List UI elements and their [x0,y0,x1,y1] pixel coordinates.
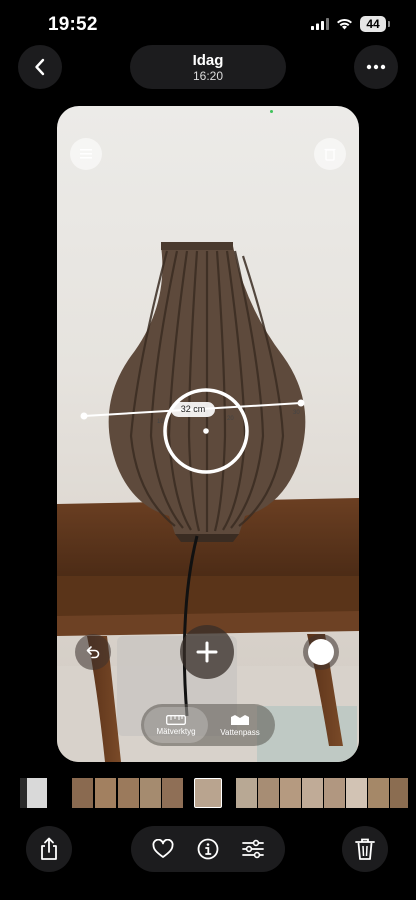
undo-icon [86,646,100,659]
filmstrip-thumbnail[interactable] [390,778,408,808]
filmstrip-thumbnail[interactable] [118,778,139,808]
back-button[interactable] [18,45,62,89]
ruler-tick-label: 20 [227,416,234,422]
filmstrip-thumbnail[interactable] [236,778,257,808]
share-icon [41,837,57,860]
more-options-button[interactable] [354,45,398,89]
plus-icon [196,641,218,663]
add-point-button[interactable] [180,625,234,679]
filmstrip-thumbnail[interactable] [324,778,345,808]
page-title: Idag [192,51,224,69]
photo-view[interactable]: 32 cm 10 20 30 Mätverktyg Vattenpass [57,106,359,762]
info-button[interactable] [197,838,219,860]
mode-level[interactable]: Vattenpass [208,707,272,743]
filmstrip-thumbnail[interactable] [27,778,47,808]
filmstrip-thumbnail[interactable] [95,778,116,808]
heart-icon [152,839,174,858]
filmstrip-thumbnail[interactable] [302,778,323,808]
filmstrip-thumbnail[interactable] [346,778,367,808]
adjust-button[interactable] [241,839,264,859]
status-time: 19:52 [48,14,98,35]
trash-icon [355,838,375,860]
status-icons: 44 [311,16,390,32]
undo-button[interactable] [75,634,111,670]
mode-measure-tool-label: Mätverktyg [156,726,196,736]
ruler-tick-label: 10 [157,419,164,425]
delete-button[interactable] [342,826,388,872]
filmstrip-thumbnail[interactable] [368,778,389,808]
list-icon [80,149,92,159]
measure-mode-switcher: Mätverktyg Vattenpass [141,704,275,746]
battery-indicator: 44 [360,16,390,32]
info-icon [197,838,219,860]
wifi-icon [337,18,352,30]
date-title-pill[interactable]: Idag 16:20 [130,45,286,89]
photo-filmstrip [0,778,416,808]
capture-button-inner [308,639,334,665]
ellipsis-icon [366,64,386,70]
filmstrip-thumbnail[interactable] [162,778,183,808]
filmstrip-thumbnail[interactable] [140,778,161,808]
capture-button[interactable] [303,634,339,670]
mode-measure-tool[interactable]: Mätverktyg [144,707,208,743]
ruler-tick-label: 30 [293,410,300,416]
trash-icon [324,148,336,161]
filmstrip-thumbnail-selected[interactable] [194,778,222,808]
level-icon [231,714,249,725]
recording-indicator-dot [270,110,273,113]
favorite-button[interactable] [152,839,174,859]
measurements-list-button[interactable] [70,138,102,170]
chevron-left-icon [35,58,45,76]
cellular-signal-icon [311,18,329,30]
filmstrip-thumbnail[interactable] [72,778,93,808]
ruler-icon [166,714,186,725]
mode-level-label: Vattenpass [220,727,260,737]
photo-actions-pill [131,826,285,872]
measurement-label: 32 cm [171,402,215,417]
filmstrip-thumbnail[interactable] [280,778,301,808]
filmstrip-thumbnail[interactable] [258,778,279,808]
sliders-icon [241,839,264,859]
clear-measurements-button[interactable] [314,138,346,170]
share-button[interactable] [26,826,72,872]
page-subtitle-time: 16:20 [192,68,224,83]
